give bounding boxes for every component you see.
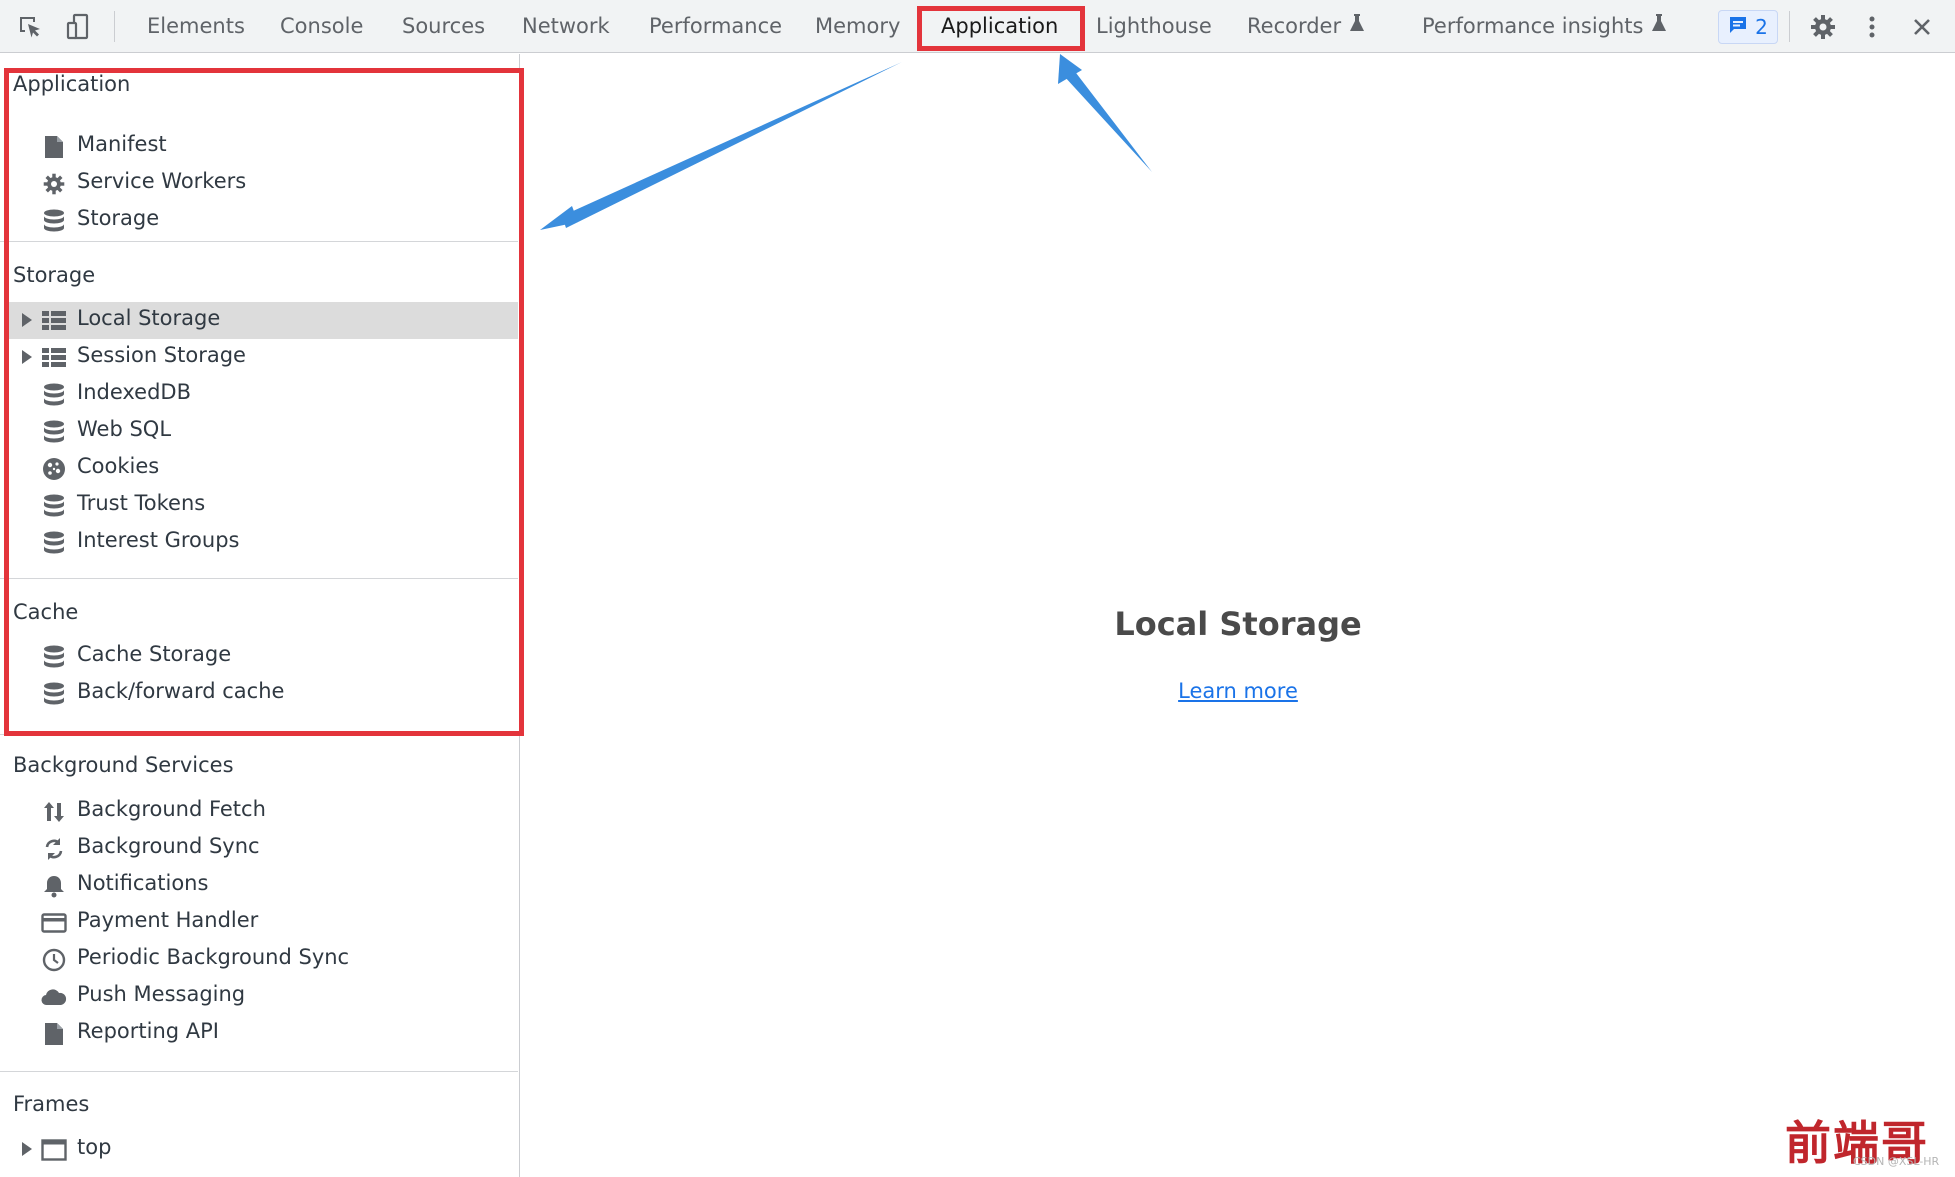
sidebar-item-indexeddb[interactable]: IndexedDB	[0, 376, 518, 413]
database-icon	[41, 493, 67, 519]
section-divider	[0, 1071, 518, 1072]
arrow-to-application-tab	[1058, 54, 1152, 172]
gear-icon[interactable]	[1806, 10, 1840, 44]
page-title: Local Storage	[1114, 605, 1362, 643]
tab-memory[interactable]: Memory	[815, 0, 900, 53]
sidebar-item-trust-tokens[interactable]: Trust Tokens	[0, 487, 518, 524]
section-title-cache: Cache	[13, 600, 79, 624]
section-divider	[0, 241, 518, 242]
issues-counter-button[interactable]: 2	[1718, 10, 1778, 44]
sidebar-item-service-workers[interactable]: Service Workers	[0, 165, 518, 202]
section-title-frames: Frames	[13, 1092, 90, 1116]
expand-arrow-icon[interactable]	[22, 350, 32, 364]
database-icon	[41, 208, 67, 234]
sidebar-item-reporting-api[interactable]: Reporting API	[0, 1015, 518, 1052]
document-icon	[41, 134, 67, 160]
database-icon	[41, 644, 67, 670]
flask-icon	[1349, 0, 1365, 53]
sidebar-item-manifest[interactable]: Manifest	[0, 128, 518, 165]
issues-count: 2	[1755, 15, 1768, 39]
clock-icon	[41, 947, 67, 973]
bell-icon	[41, 873, 67, 899]
sidebar-item-push-messaging[interactable]: Push Messaging	[0, 978, 518, 1015]
tab-network[interactable]: Network	[522, 0, 610, 53]
database-icon	[41, 419, 67, 445]
section-divider	[0, 734, 518, 735]
sidebar-item-cookies[interactable]: Cookies	[0, 450, 518, 487]
sidebar-item-payment-handler[interactable]: Payment Handler	[0, 904, 518, 941]
sidebar-item-back-forward-cache[interactable]: Back/forward cache	[0, 675, 518, 712]
sidebar-item-notifications[interactable]: Notifications	[0, 867, 518, 904]
sidebar-item-storage[interactable]: Storage	[0, 202, 518, 239]
sidebar-item-session-storage[interactable]: Session Storage	[0, 339, 518, 376]
table-icon	[41, 308, 67, 334]
sidebar-item-cache-storage[interactable]: Cache Storage	[0, 638, 518, 675]
tab-console[interactable]: Console	[280, 0, 363, 53]
database-icon	[41, 530, 67, 556]
toolbar-separator	[114, 11, 115, 42]
sidebar-item-interest-groups[interactable]: Interest Groups	[0, 524, 518, 561]
section-title-storage: Storage	[13, 263, 96, 287]
tab-sources[interactable]: Sources	[402, 0, 485, 53]
up-down-arrows-icon	[41, 799, 67, 825]
database-icon	[41, 681, 67, 707]
database-icon	[41, 382, 67, 408]
sidebar-item-periodic-background-sync[interactable]: Periodic Background Sync	[0, 941, 518, 978]
device-toolbar-icon[interactable]	[61, 10, 95, 44]
tab-recorder[interactable]: Recorder	[1247, 0, 1365, 53]
sync-icon	[41, 836, 67, 862]
sidebar-item-local-storage[interactable]: Local Storage	[8, 302, 518, 339]
expand-arrow-icon[interactable]	[22, 313, 32, 327]
credit-card-icon	[41, 910, 67, 936]
tab-elements[interactable]: Elements	[147, 0, 245, 53]
frame-icon	[41, 1137, 67, 1163]
watermark-source: CSDN @XSL-HR	[1853, 1155, 1940, 1168]
devtools-toolbar: Elements Console Sources Network Perform…	[0, 0, 1955, 53]
document-icon	[41, 1021, 67, 1047]
sidebar-item-background-fetch[interactable]: Background Fetch	[0, 793, 518, 830]
toolbar-separator	[1789, 11, 1790, 42]
section-divider	[0, 578, 518, 579]
tab-application[interactable]: Application	[941, 0, 1058, 53]
sidebar-item-background-sync[interactable]: Background Sync	[0, 830, 518, 867]
sidebar-item-frame-top[interactable]: top	[0, 1131, 518, 1168]
issues-icon	[1728, 15, 1748, 40]
tab-lighthouse[interactable]: Lighthouse	[1096, 0, 1212, 53]
expand-arrow-icon[interactable]	[22, 1142, 32, 1156]
arrow-to-sidebar	[540, 62, 902, 230]
application-sidebar: Application Manifest Service Workers Sto…	[0, 54, 520, 1177]
flask-icon	[1651, 0, 1667, 53]
section-title-background-services: Background Services	[13, 753, 234, 777]
cloud-icon	[41, 984, 67, 1010]
tab-performance[interactable]: Performance	[649, 0, 782, 53]
kebab-menu-icon[interactable]	[1855, 10, 1889, 44]
inspect-element-icon[interactable]	[13, 10, 47, 44]
sidebar-item-web-sql[interactable]: Web SQL	[0, 413, 518, 450]
table-icon	[41, 345, 67, 371]
cookie-icon	[41, 456, 67, 482]
gear-icon	[41, 171, 67, 197]
close-icon[interactable]	[1905, 10, 1939, 44]
learn-more-link[interactable]: Learn more	[1130, 679, 1346, 703]
tab-performance-insights[interactable]: Performance insights	[1422, 0, 1667, 53]
section-title-application: Application	[13, 72, 131, 96]
